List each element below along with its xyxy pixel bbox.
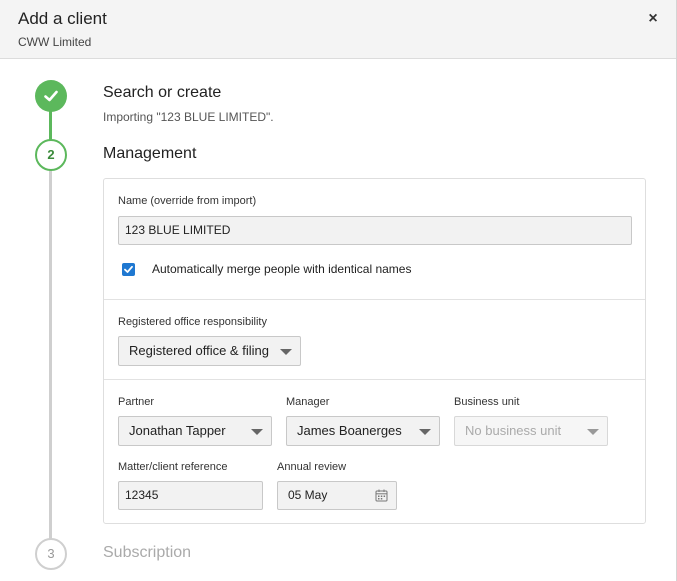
stepper-rail-complete (49, 108, 52, 142)
manager-label: Manager (286, 396, 330, 408)
management-form-panel: Name (override from import) 123 BLUE LIM… (103, 178, 646, 524)
section-divider (104, 299, 645, 300)
registered-office-select[interactable]: Registered office & filing (118, 336, 301, 366)
chevron-down-icon (587, 429, 599, 435)
manager-select[interactable]: James Boanerges (286, 416, 440, 446)
registered-office-label: Registered office responsibility (118, 316, 267, 328)
calendar-icon[interactable] (375, 489, 388, 502)
annual-review-input[interactable]: 05 May (277, 481, 397, 510)
stepper-rail (49, 108, 52, 540)
merge-people-checkbox[interactable] (122, 263, 135, 276)
add-client-dialog: Add a client CWW Limited × Search or cre… (0, 0, 677, 581)
name-field-label: Name (override from import) (118, 195, 257, 207)
dialog-title: Add a client (18, 9, 107, 28)
chevron-down-icon (251, 429, 263, 435)
reference-label: Matter/client reference (118, 461, 228, 473)
reference-input[interactable]: 12345 (118, 481, 263, 510)
partner-select[interactable]: Jonathan Tapper (118, 416, 272, 446)
step-1-subtitle: Importing "123 BLUE LIMITED". (103, 110, 274, 124)
step-3-indicator: 3 (35, 538, 67, 570)
annual-review-label: Annual review (277, 461, 347, 473)
step-3-title: Subscription (103, 544, 192, 561)
name-input[interactable]: 123 BLUE LIMITED (118, 216, 632, 245)
step-1-title[interactable]: Search or create (103, 84, 221, 102)
chevron-down-icon (419, 429, 431, 435)
partner-label: Partner (118, 396, 155, 408)
manager-value: James Boanerges (297, 423, 402, 438)
business-unit-value: No business unit (465, 423, 562, 438)
checkmark-icon (124, 265, 133, 273)
dialog-header: Add a client CWW Limited × (0, 0, 676, 59)
partner-value: Jonathan Tapper (129, 423, 226, 438)
step-2-title: Management (103, 145, 197, 162)
close-icon[interactable]: × (645, 10, 661, 28)
merge-people-label[interactable]: Automatically merge people with identica… (152, 262, 411, 276)
business-unit-label: Business unit (454, 396, 520, 408)
dialog-subtitle: CWW Limited (18, 35, 92, 49)
chevron-down-icon (280, 349, 292, 355)
checkmark-icon (44, 90, 58, 102)
step-2-indicator: 2 (35, 139, 67, 171)
annual-review-value: 05 May (288, 488, 328, 502)
step-1-complete-indicator (35, 80, 67, 112)
business-unit-select: No business unit (454, 416, 608, 446)
section-divider (104, 379, 645, 380)
registered-office-value: Registered office & filing (129, 343, 269, 358)
